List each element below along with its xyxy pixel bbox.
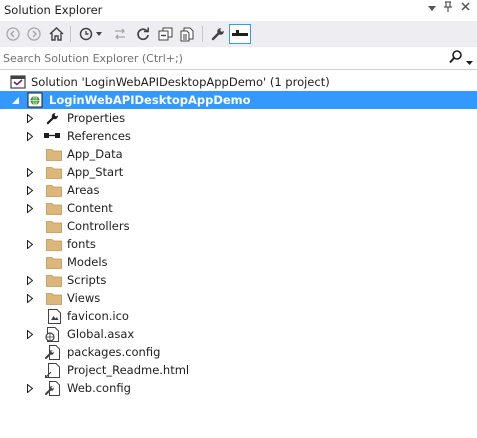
tree-item-content[interactable]: Content (0, 199, 477, 217)
image-file-icon (46, 308, 62, 324)
references-icon (44, 128, 60, 144)
close-icon[interactable] (457, 1, 473, 17)
html-file-icon (44, 362, 60, 378)
global-asax-icon (44, 326, 60, 342)
collapsed-triangle-icon[interactable] (24, 379, 36, 397)
collapsed-triangle-icon[interactable] (24, 235, 36, 253)
tree-item-label: favicon.ico (67, 309, 129, 323)
collapsed-triangle-icon[interactable] (24, 181, 36, 199)
config-file-icon (44, 344, 60, 360)
tree-item-project[interactable]: LoginWebAPIDesktopAppDemo (0, 91, 477, 109)
pin-icon[interactable] (440, 1, 456, 17)
dropdown-arrow-icon[interactable] (424, 1, 440, 17)
folder-icon (46, 146, 62, 162)
show-all-files-button[interactable] (177, 24, 197, 44)
tree-item-views[interactable]: Views (0, 289, 477, 307)
tree-item-app-start[interactable]: App_Start (0, 163, 477, 181)
refresh-icon (137, 27, 149, 41)
collapsed-triangle-icon[interactable] (24, 127, 36, 145)
tree-item-references[interactable]: References (0, 127, 477, 145)
tree-item-label: Properties (67, 111, 126, 125)
folder-icon (46, 236, 62, 252)
tree-item-packages-config[interactable]: packages.config (0, 343, 477, 361)
collapse-all-icon (158, 27, 172, 41)
folder-icon (46, 200, 62, 216)
solution-icon (10, 74, 26, 90)
collapsed-triangle-icon[interactable] (24, 109, 36, 127)
toolbar-separator (70, 26, 71, 42)
back-arrow-icon (6, 27, 20, 41)
tree-item-label: Controllers (67, 219, 130, 233)
tree-item-label: App_Start (67, 165, 124, 179)
collapsed-triangle-icon[interactable] (24, 199, 36, 217)
tree-item-fonts[interactable]: fonts (0, 235, 477, 253)
tree-item-models[interactable]: Models (0, 253, 477, 271)
tree-item-areas[interactable]: Areas (0, 181, 477, 199)
config-file-icon (44, 380, 60, 396)
tree-item-label: App_Data (67, 147, 123, 161)
tree-item-label: Areas (67, 183, 100, 197)
folder-icon (46, 272, 62, 288)
home-button[interactable] (46, 24, 66, 44)
tree-item-properties[interactable]: Properties (0, 109, 477, 127)
history-icon (79, 27, 93, 41)
forward-arrow-icon (27, 27, 41, 41)
toolbar-separator (202, 26, 203, 42)
web-project-icon (27, 92, 43, 108)
wrench-icon (211, 28, 224, 41)
refresh-button[interactable] (133, 24, 153, 44)
search-icon[interactable] (449, 50, 462, 67)
tree-item-label: Views (67, 291, 101, 305)
folder-icon (46, 290, 62, 306)
search-input[interactable] (0, 47, 440, 69)
title-bar: Solution Explorer (0, 0, 477, 22)
tree-item-label: Content (67, 201, 113, 215)
sync-arrows-icon (115, 28, 125, 40)
chevron-down-icon[interactable] (466, 55, 473, 68)
tree-item-label: Scripts (67, 273, 107, 287)
tree-item-label: LoginWebAPIDesktopAppDemo (49, 93, 251, 107)
toolbar (0, 21, 477, 47)
home-icon (48, 27, 64, 41)
tree-item-favicon[interactable]: favicon.ico (0, 307, 477, 325)
folder-icon (46, 218, 62, 234)
window-title: Solution Explorer (4, 3, 103, 17)
tree-item-app-data[interactable]: App_Data (0, 145, 477, 163)
tree-item-label: fonts (67, 237, 96, 251)
collapse-all-button[interactable] (155, 24, 175, 44)
tree-item-label: References (67, 129, 131, 143)
properties-button[interactable] (208, 24, 228, 44)
search-bar (0, 47, 477, 70)
tree-item-label: Global.asax (67, 327, 135, 341)
pending-changes-filter-button[interactable] (76, 24, 96, 44)
folder-icon (46, 254, 62, 270)
preview-icon (232, 30, 248, 36)
tree-item-global-asax[interactable]: Global.asax (0, 325, 477, 343)
folder-icon (46, 182, 62, 198)
tree-item-label: Solution 'LoginWebAPIDesktopAppDemo' (1 … (31, 75, 330, 89)
tree-item-project-readme[interactable]: Project_Readme.html (0, 361, 477, 379)
collapsed-triangle-icon[interactable] (24, 163, 36, 181)
collapsed-triangle-icon[interactable] (24, 325, 36, 343)
tree-item-web-config[interactable]: Web.config (0, 379, 477, 397)
tree-item-label: Project_Readme.html (67, 363, 190, 377)
tree-item-label: packages.config (67, 345, 161, 359)
back-button[interactable] (3, 24, 23, 44)
sync-with-document-button[interactable] (110, 24, 130, 44)
folder-icon (46, 164, 62, 180)
forward-button[interactable] (24, 24, 44, 44)
preview-selected-items-button[interactable] (229, 24, 251, 44)
tree-item-scripts[interactable]: Scripts (0, 271, 477, 289)
tree-item-solution[interactable]: Solution 'LoginWebAPIDesktopAppDemo' (1 … (0, 73, 477, 91)
tree-item-label: Web.config (67, 381, 131, 395)
collapsed-triangle-icon[interactable] (24, 289, 36, 307)
filter-dropdown-button[interactable] (94, 24, 104, 44)
tree-item-controllers[interactable]: Controllers (0, 217, 477, 235)
wrench-icon (44, 110, 60, 126)
chevron-down-icon (96, 32, 102, 36)
tree-item-label: Models (67, 255, 108, 269)
expanded-triangle-icon[interactable] (9, 91, 21, 109)
show-all-files-icon (180, 27, 194, 41)
collapsed-triangle-icon[interactable] (24, 271, 36, 289)
